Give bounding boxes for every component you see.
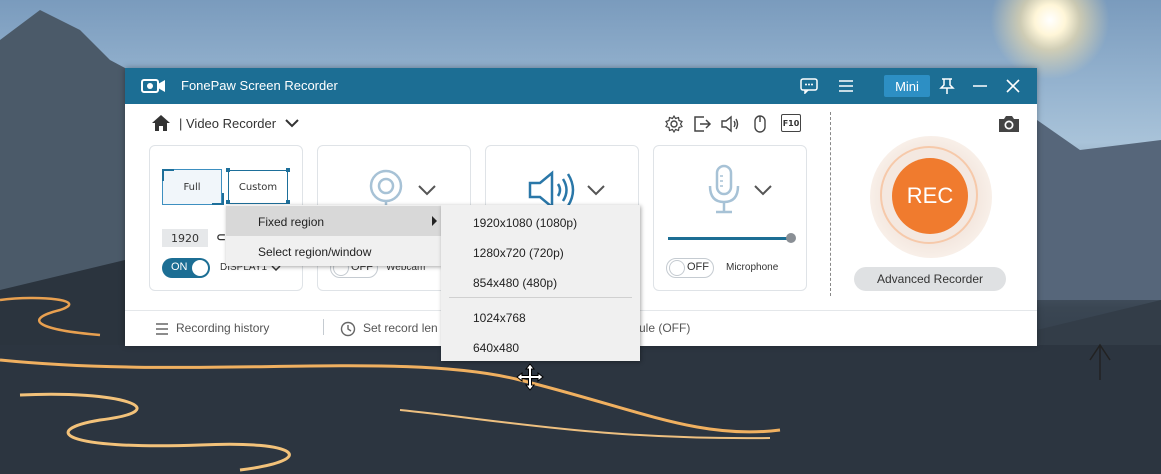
resize-handle <box>286 168 290 172</box>
mini-button[interactable]: Mini <box>884 75 930 97</box>
toggle-knob <box>669 260 685 276</box>
pin-icon[interactable] <box>936 76 958 96</box>
home-icon[interactable] <box>151 114 171 132</box>
menu-item-480p[interactable]: 854x480 (480p) <box>441 268 640 296</box>
settings-icon[interactable] <box>664 114 684 134</box>
microphone-panel: OFF Microphone <box>653 145 807 291</box>
close-icon[interactable] <box>1002 76 1024 96</box>
menu-item-select-region[interactable]: Select region/window <box>226 236 441 266</box>
menu-item-label: 640x480 <box>473 341 520 355</box>
title-bar[interactable]: FonePaw Screen Recorder Mini <box>125 68 1037 104</box>
menu-item-label: 1024x768 <box>473 311 526 325</box>
menu-item-label: 854x480 (480p) <box>473 276 558 290</box>
toggle-label: ON <box>171 261 188 273</box>
app-title: FonePaw Screen Recorder <box>181 78 338 93</box>
menu-item-fixed-region[interactable]: Fixed region <box>226 206 441 236</box>
mouse-icon[interactable] <box>750 114 770 134</box>
menu-item-label: Fixed region <box>258 215 325 229</box>
app-logo-icon <box>141 79 165 93</box>
menu-separator <box>449 297 632 298</box>
width-input[interactable]: 1920 <box>162 229 208 247</box>
toggle-knob <box>192 260 208 276</box>
corner-marker <box>162 169 174 181</box>
menu-item-1080p[interactable]: 1920x1080 (1080p) <box>441 208 640 236</box>
region-context-menu: Fixed region Select region/window <box>226 205 441 266</box>
display-toggle[interactable]: ON <box>162 258 210 278</box>
hotkey-icon[interactable]: F10 <box>781 114 801 132</box>
toggle-label: OFF <box>687 261 709 273</box>
rec-ring: REC <box>870 136 992 258</box>
menu-item-640x480[interactable]: 640x480 <box>441 333 640 361</box>
export-icon[interactable] <box>692 114 712 134</box>
footer-separator <box>323 319 324 335</box>
chevron-down-icon[interactable] <box>285 118 299 128</box>
resize-handle <box>226 168 230 172</box>
menu-item-label: 1920x1080 (1080p) <box>473 216 578 230</box>
task-schedule-link[interactable]: ule (OFF) <box>639 321 690 335</box>
menu-item-1024x768[interactable]: 1024x768 <box>441 303 640 331</box>
fixed-region-submenu: 1920x1080 (1080p) 1280x720 (720p) 854x48… <box>441 205 640 361</box>
menu-item-label: 1280x720 (720p) <box>473 246 564 260</box>
resize-handle <box>286 200 290 204</box>
resize-handle <box>226 200 230 204</box>
microphone-volume-slider[interactable] <box>786 233 796 243</box>
rec-button[interactable]: REC <box>892 158 968 234</box>
submenu-arrow-icon <box>432 216 437 226</box>
microphone-icon <box>708 164 740 214</box>
clock-icon[interactable] <box>340 321 356 337</box>
menu-item-label: Select region/window <box>258 245 372 259</box>
microphone-volume-track[interactable] <box>668 237 790 240</box>
speaker-icon[interactable] <box>720 114 740 134</box>
link-icon[interactable]: ⊂ <box>216 230 226 244</box>
chevron-down-icon[interactable] <box>587 184 605 196</box>
set-record-length-link[interactable]: Set record len <box>363 321 438 335</box>
section-divider <box>830 112 831 296</box>
custom-region-button[interactable]: Custom <box>228 170 288 204</box>
feedback-icon[interactable] <box>798 76 820 96</box>
minimize-icon[interactable] <box>969 76 991 96</box>
microphone-label: Microphone <box>726 262 779 273</box>
microphone-toggle[interactable]: OFF <box>666 258 714 278</box>
move-cursor-icon <box>516 363 544 391</box>
recording-history-link[interactable]: Recording history <box>176 321 269 335</box>
mode-label[interactable]: | Video Recorder <box>179 116 276 131</box>
corner-marker <box>212 193 224 205</box>
menu-icon[interactable] <box>835 76 857 96</box>
camera-icon[interactable] <box>997 114 1021 134</box>
menu-item-720p[interactable]: 1280x720 (720p) <box>441 238 640 266</box>
chevron-down-icon[interactable] <box>754 184 772 196</box>
chevron-down-icon[interactable] <box>418 184 436 196</box>
advanced-recorder-button[interactable]: Advanced Recorder <box>854 267 1006 291</box>
list-icon[interactable] <box>155 323 169 335</box>
